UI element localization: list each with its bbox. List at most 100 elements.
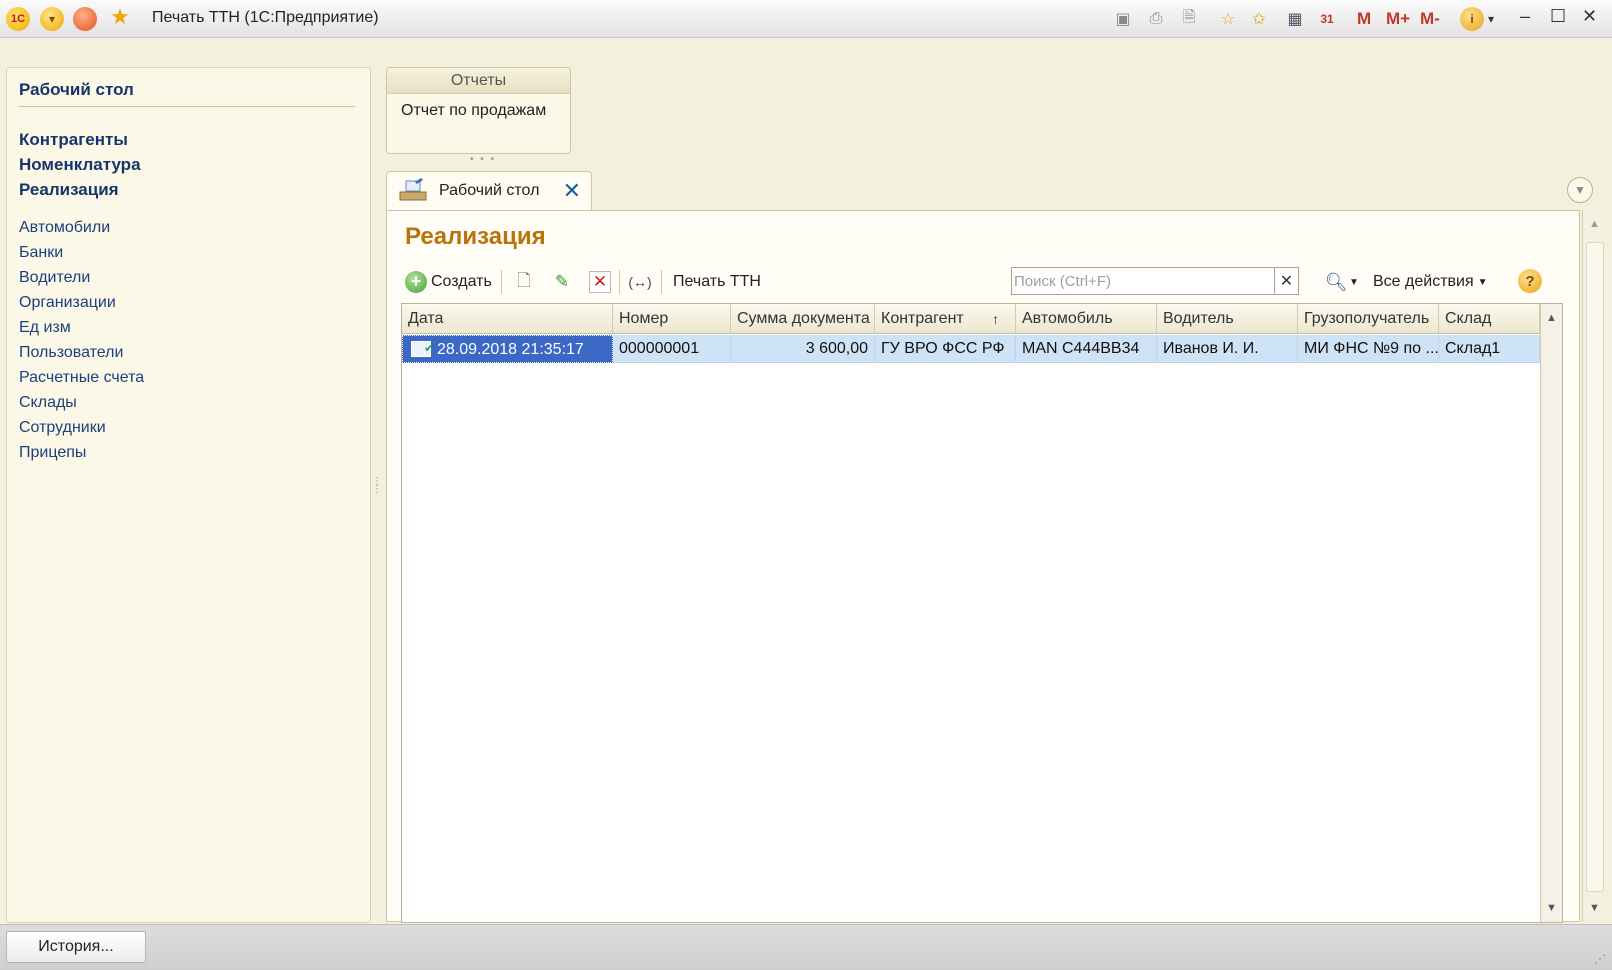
cell-date-text: 28.09.2018 21:35:17 [437, 341, 584, 358]
info-dropdown-icon[interactable]: ▾ [1488, 12, 1494, 26]
tab-label: Рабочий стол [439, 182, 540, 199]
sort-ascending-icon: ↑ [992, 311, 999, 327]
table-row[interactable]: 28.09.2018 21:35:17 000000001 3 600,00 Г… [402, 335, 1540, 363]
nav-item-users[interactable]: Пользователи [19, 344, 123, 362]
chevron-down-icon[interactable]: ▼ [1567, 177, 1593, 203]
reports-panel: Отчеты Отчет по продажам [386, 67, 571, 154]
cell-number[interactable]: 000000001 [613, 335, 731, 363]
help-icon[interactable]: ? [1518, 269, 1542, 293]
nav-item-trailers[interactable]: Прицепы [19, 444, 86, 462]
sales-list-form: Реализация + Создать 🗋 ✎ ✕ (↔) Печать ТТ… [386, 210, 1580, 923]
copy-button[interactable]: 🗋 [513, 269, 535, 295]
resize-grip-icon[interactable]: ⋰ [1594, 952, 1606, 966]
tab-desktop[interactable]: Рабочий стол ✕ [386, 171, 592, 211]
nav-item-drivers[interactable]: Водители [19, 269, 90, 287]
column-counterparty[interactable]: Контрагент ↑ [875, 304, 1016, 334]
nav-sales[interactable]: Реализация [19, 180, 119, 200]
nav-desktop[interactable]: Рабочий стол [19, 80, 134, 100]
memory-m-button[interactable]: M [1357, 9, 1371, 29]
save-icon[interactable]: ▣ [1112, 8, 1134, 30]
pencil-icon: ✎ [554, 272, 570, 291]
cell-amount[interactable]: 3 600,00 [731, 335, 875, 363]
scroll-down-icon[interactable]: ▼ [1589, 902, 1600, 914]
plus-icon: + [405, 271, 427, 293]
clear-search-icon[interactable]: ✕ [1274, 268, 1298, 294]
search-input[interactable] [1014, 270, 1270, 292]
nav-item-banks[interactable]: Банки [19, 244, 63, 262]
table-header: Дата Номер Сумма документа Контрагент ↑ … [402, 304, 1540, 334]
copy-icon: 🗋 [517, 270, 531, 290]
column-warehouse[interactable]: Склад [1439, 304, 1540, 334]
nav-item-units[interactable]: Ед изм [19, 319, 71, 337]
cell-counterparty[interactable]: ГУ ВРО ФСС РФ [875, 335, 1016, 363]
all-actions-button[interactable]: Все действия ▼ [1373, 269, 1488, 295]
delete-button[interactable]: ✕ [589, 269, 611, 295]
print-preview-icon[interactable]: 🗎 [1178, 8, 1200, 30]
stop-icon[interactable] [73, 7, 97, 31]
app-logo-icon[interactable]: 1С [6, 7, 30, 31]
add-favorite-icon[interactable]: ☆ [1217, 8, 1239, 30]
column-number[interactable]: Номер [613, 304, 731, 334]
print-ttn-button[interactable]: Печать ТТН [673, 269, 761, 295]
cell-driver[interactable]: Иванов И. И. [1157, 335, 1298, 363]
chevron-down-icon: ▼ [1477, 276, 1488, 288]
post-icon: (↔) [628, 274, 652, 290]
nav-nomenclature[interactable]: Номенклатура [19, 155, 141, 175]
close-window-icon[interactable]: ✕ [1582, 6, 1597, 27]
report-sales-link[interactable]: Отчет по продажам [401, 102, 546, 120]
column-date[interactable]: Дата [402, 304, 613, 334]
table-scrollbar[interactable]: ▲ ▼ [1540, 304, 1562, 922]
posted-document-icon [411, 336, 434, 362]
toolbar-divider [619, 270, 620, 294]
scroll-down-icon[interactable]: ▼ [1546, 902, 1557, 914]
history-button[interactable]: История... [6, 931, 146, 963]
memory-minus-button[interactable]: M- [1420, 9, 1440, 29]
cell-warehouse[interactable]: Склад1 [1439, 335, 1540, 363]
title-bar: 1С ▾ ★ Печать ТТН (1С:Предприятие) ▣ ⎙ 🗎… [0, 0, 1612, 38]
favorites-icon[interactable]: ✩ [1248, 8, 1270, 30]
search-field: ✕ [1011, 267, 1299, 295]
panel-splitter[interactable]: ⋮ ⋮ [372, 477, 382, 508]
print-icon[interactable]: ⎙ [1145, 8, 1167, 30]
form-toolbar: + Создать 🗋 ✎ ✕ (↔) Печать ТТН ✕ 🔍︎ ▼ Вс… [405, 267, 1545, 297]
column-driver[interactable]: Водитель [1157, 304, 1298, 334]
nav-item-cars[interactable]: Автомобили [19, 219, 110, 237]
calculator-icon[interactable]: ▦ [1284, 8, 1306, 30]
memory-plus-button[interactable]: M+ [1386, 9, 1410, 29]
create-button[interactable]: + Создать [405, 269, 492, 295]
status-bar: История... ⋰ [0, 924, 1612, 970]
horizontal-splitter[interactable]: • • • [470, 154, 496, 165]
chevron-down-icon: ▼ [1349, 276, 1359, 288]
column-amount[interactable]: Сумма документа [731, 304, 875, 334]
nav-item-employees[interactable]: Сотрудники [19, 419, 106, 437]
scroll-up-icon[interactable]: ▲ [1546, 312, 1557, 324]
info-icon[interactable]: i [1460, 7, 1484, 31]
nav-item-warehouses[interactable]: Склады [19, 394, 77, 412]
nav-counterparties[interactable]: Контрагенты [19, 130, 128, 150]
nav-item-organizations[interactable]: Организации [19, 294, 116, 312]
nav-divider [19, 106, 355, 107]
column-counterparty-label: Контрагент [881, 310, 964, 327]
scrollbar-thumb[interactable] [1586, 242, 1604, 892]
page-title: Реализация [405, 223, 546, 250]
cell-car[interactable]: MAN С444ВВ34 [1016, 335, 1157, 363]
search-icon: 🔍︎ [1324, 271, 1348, 292]
calendar-icon[interactable]: 31 [1316, 8, 1338, 30]
close-tab-icon[interactable]: ✕ [563, 178, 581, 204]
cell-date[interactable]: 28.09.2018 21:35:17 [402, 335, 613, 363]
main-menu-button[interactable]: ▾ [40, 7, 64, 31]
cell-consignee[interactable]: МИ ФНС №9 по ... [1298, 335, 1439, 363]
nav-item-bank-accounts[interactable]: Расчетные счета [19, 369, 144, 387]
scroll-up-icon[interactable]: ▲ [1589, 218, 1600, 230]
minimize-icon[interactable]: – [1520, 6, 1530, 27]
post-button[interactable]: (↔) [628, 269, 652, 295]
sales-table[interactable]: Дата Номер Сумма документа Контрагент ↑ … [401, 303, 1563, 923]
column-consignee[interactable]: Грузополучатель [1298, 304, 1439, 334]
favorites-star-icon[interactable]: ★ [108, 4, 132, 29]
edit-button[interactable]: ✎ [551, 269, 573, 295]
search-button[interactable]: 🔍︎ ▼ [1325, 269, 1359, 295]
column-car[interactable]: Автомобиль [1016, 304, 1157, 334]
maximize-icon[interactable]: ☐ [1550, 6, 1566, 27]
reports-header: Отчеты [387, 68, 570, 94]
form-scrollbar[interactable]: ▲ ▼ [1582, 210, 1606, 922]
